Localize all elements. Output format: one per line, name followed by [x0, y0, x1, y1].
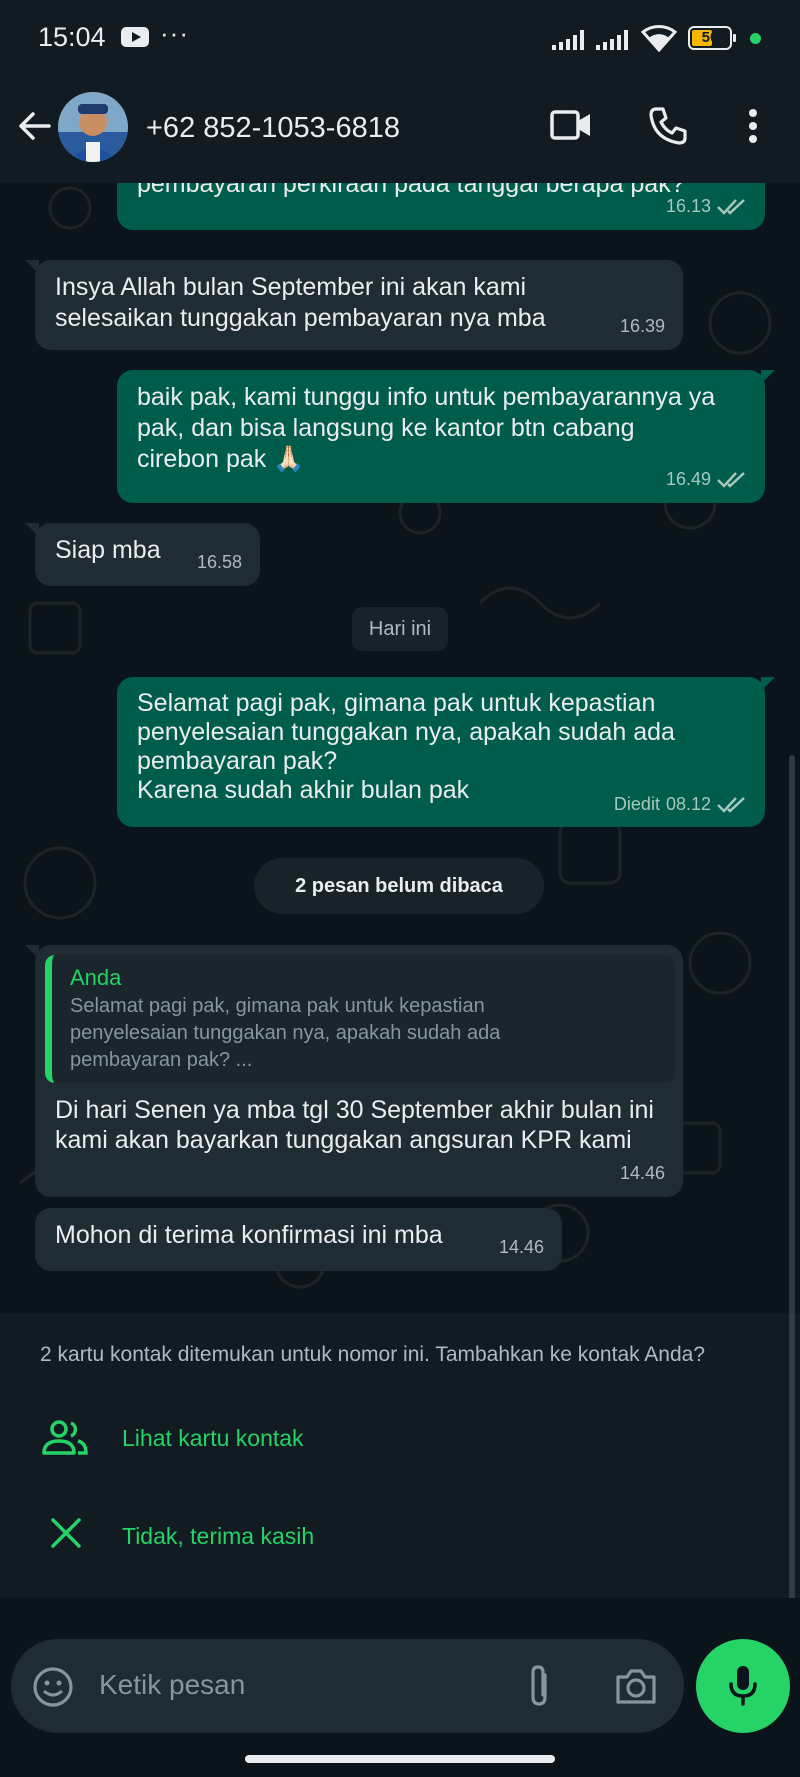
scrollbar[interactable]: [789, 755, 795, 1600]
day-separator: Hari ini: [352, 607, 448, 651]
close-icon: [51, 1518, 81, 1548]
message-time: 16.49: [665, 469, 711, 489]
battery-level: 50: [701, 29, 719, 46]
more-options-icon[interactable]: [748, 108, 758, 144]
back-arrow-icon[interactable]: [16, 108, 52, 144]
message-meta: 16.39: [620, 311, 665, 342]
battery-icon: 50: [688, 26, 736, 50]
dismiss-label: Tidak, terima kasih: [122, 1523, 315, 1549]
message-text: Selamat pagi pak, gimana pak untuk kepas…: [137, 689, 675, 804]
message-text: Insya Allah bulan September ini akan kam…: [55, 273, 546, 332]
message-bubble-incoming-reply[interactable]: Anda Selamat pagi pak, gimana pak untuk …: [25, 945, 683, 1197]
message-meta: 16.49: [666, 464, 747, 495]
message-bubble-outgoing[interactable]: baik pak, kami tunggu info untuk pembaya…: [117, 370, 775, 503]
message-input-field[interactable]: Ketik pesan: [11, 1639, 684, 1733]
message-text: Mohon di terima konfirmasi ini mba: [55, 1221, 443, 1249]
video-call-icon[interactable]: [550, 106, 592, 144]
message-time: 14.46: [498, 1237, 544, 1257]
message-meta: 16.13: [666, 191, 747, 222]
avatar[interactable]: [58, 92, 128, 162]
quoted-text: Selamat pagi pak, gimana pak untuk kepas…: [70, 995, 501, 1071]
composer-bar: Ketik pesan: [0, 1598, 800, 1777]
quoted-sender: Anda: [70, 965, 122, 990]
gesture-navigation-bar[interactable]: [245, 1755, 555, 1763]
chat-area[interactable]: pembayaran perkiraan pada tanggal berapa…: [0, 183, 800, 1313]
message-meta: 14.46: [499, 1232, 544, 1263]
message-meta: 16.58: [197, 547, 242, 578]
message-text: Di hari Senen ya mba tgl 30 September ak…: [55, 1096, 654, 1154]
signal-icon-2: [596, 28, 628, 50]
people-icon: [42, 1420, 88, 1455]
read-double-check-icon: [717, 796, 745, 813]
voice-record-button[interactable]: [696, 1639, 790, 1733]
status-bar: 15:04 ··· 50: [0, 0, 800, 76]
message-meta: 14.46: [620, 1158, 665, 1189]
phone-call-icon[interactable]: [648, 106, 688, 146]
signal-icon: [552, 28, 584, 50]
attach-paperclip-icon[interactable]: [525, 1663, 555, 1709]
youtube-icon: [121, 27, 149, 47]
dismiss-button[interactable]: Tidak, terima kasih: [0, 1495, 800, 1581]
message-input-placeholder: Ketik pesan: [99, 1669, 246, 1700]
quoted-message[interactable]: Anda Selamat pagi pak, gimana pak untuk …: [45, 955, 675, 1083]
message-meta: Diedit 08.12: [614, 790, 747, 819]
read-double-check-icon: [717, 198, 745, 215]
wifi-icon: [641, 25, 677, 52]
avatar-photo-icon: [58, 92, 128, 162]
view-contact-card-button[interactable]: Lihat kartu kontak: [0, 1397, 800, 1483]
message-time: 16.39: [619, 316, 665, 336]
view-contact-card-label: Lihat kartu kontak: [122, 1425, 304, 1451]
edited-label: Diedit: [613, 794, 660, 814]
message-bubble-outgoing[interactable]: Selamat pagi pak, gimana pak untuk kepas…: [117, 677, 775, 827]
microphone-icon: [729, 1666, 757, 1706]
message-bubble-incoming[interactable]: Insya Allah bulan September ini akan kam…: [25, 260, 683, 350]
mic-indicator-dot: [750, 33, 761, 44]
contact-card-suggestion: 2 kartu kontak ditemukan untuk nomor ini…: [0, 1313, 800, 1598]
unread-messages-banner: 2 pesan belum dibaca: [254, 858, 544, 914]
message-bubble-incoming[interactable]: Mohon di terima konfirmasi ini mba 14.46: [35, 1208, 562, 1271]
top-bar: 15:04 ··· 50 +62 852-1053-6818: [0, 0, 800, 183]
message-time: 16.58: [196, 552, 242, 572]
message-bubble-outgoing[interactable]: pembayaran perkiraan pada tanggal berapa…: [117, 183, 765, 230]
emoji-icon[interactable]: [32, 1666, 74, 1708]
message-time: 16.13: [665, 196, 711, 216]
read-double-check-icon: [717, 471, 745, 488]
more-notifications-icon: ···: [160, 18, 189, 48]
camera-icon[interactable]: [615, 1667, 657, 1705]
contact-name[interactable]: +62 852-1053-6818: [146, 112, 400, 145]
message-bubble-incoming[interactable]: Siap mba 16.58: [25, 523, 260, 586]
message-time: 14.46: [619, 1163, 665, 1183]
chat-header: +62 852-1053-6818: [0, 76, 800, 183]
status-time: 15:04: [38, 22, 106, 52]
whatsapp-chat-screen: 15:04 ··· 50 +62 852-1053-6818 pembayara…: [0, 0, 800, 1777]
message-text: pembayaran perkiraan pada tanggal berapa…: [137, 183, 685, 198]
message-text: baik pak, kami tunggu info untuk pembaya…: [137, 383, 716, 473]
message-time: 08.12: [665, 794, 711, 814]
contact-card-message: 2 kartu kontak ditemukan untuk nomor ini…: [40, 1343, 706, 1366]
